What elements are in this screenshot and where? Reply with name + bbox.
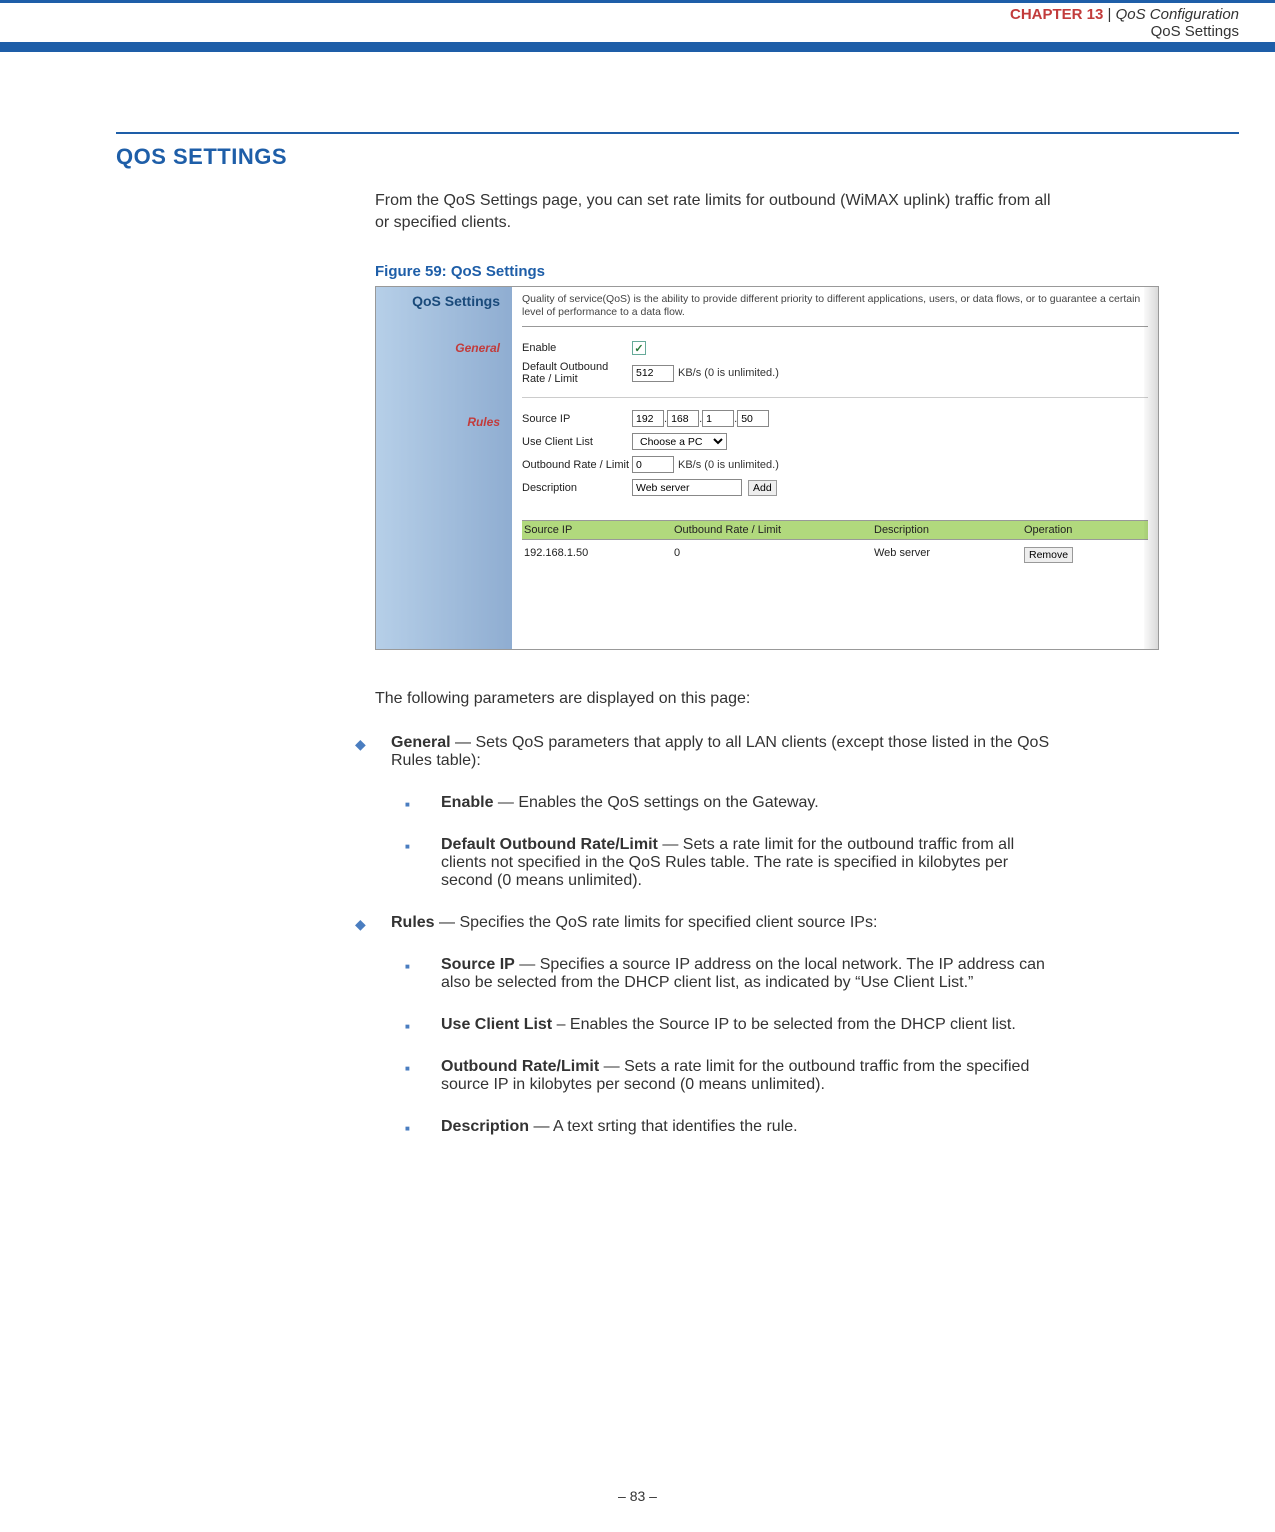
ss-table-header: Source IP Outbound Rate / Limit Descript… <box>522 520 1148 540</box>
ss-sidebar-item-general[interactable]: General <box>384 341 504 355</box>
ss-outbound-rate-input[interactable] <box>632 456 674 473</box>
section-rule <box>116 132 1239 134</box>
bullet-rules-text: — Specifies the QoS rate limits for spec… <box>435 914 878 931</box>
ss-td-desc: Web server <box>872 544 1022 566</box>
ss-th-rate: Outbound Rate / Limit <box>672 521 872 539</box>
ss-desc-label: Description <box>522 482 632 494</box>
ss-ip-octet-3[interactable] <box>702 410 734 427</box>
sub-outbound-rate: Outbound Rate/Limit — Sets a rate limit … <box>405 1058 1059 1094</box>
sub-description-label: Description <box>441 1118 529 1135</box>
screenshot-main: Quality of service(QoS) is the ability t… <box>512 287 1158 649</box>
bullet-rules: Rules — Specifies the QoS rate limits fo… <box>355 914 1059 1136</box>
chapter-label: CHAPTER 13 <box>1010 6 1103 23</box>
sub-source-ip: Source IP — Specifies a source IP addres… <box>405 956 1059 992</box>
ss-remove-button[interactable]: Remove <box>1024 547 1073 563</box>
ss-client-list-select[interactable]: Choose a PC <box>632 433 727 450</box>
sub-client-list: Use Client List – Enables the Source IP … <box>405 1016 1059 1034</box>
ss-enable-checkbox[interactable]: ✓ <box>632 341 646 355</box>
params-intro: The following parameters are displayed o… <box>375 688 1059 710</box>
ss-sidebar-item-rules[interactable]: Rules <box>384 415 504 429</box>
ss-default-rate-label: Default Outbound Rate / Limit <box>522 361 632 385</box>
figure-caption: Figure 59: QoS Settings <box>375 263 1239 280</box>
ss-default-rate-unit: KB/s (0 is unlimited.) <box>678 367 779 379</box>
ss-sidebar-title: QoS Settings <box>384 293 504 309</box>
figure-screenshot: QoS Settings General Rules Quality of se… <box>375 286 1159 650</box>
section-title: QOS SETTINGS <box>116 144 1239 170</box>
bullet-general-label: General <box>391 734 451 751</box>
ss-ip-octet-4[interactable] <box>737 410 769 427</box>
sub-enable-text: — Enables the QoS settings on the Gatewa… <box>493 794 818 811</box>
header-subtitle: QoS Settings <box>0 23 1239 40</box>
page-footer: – 83 – <box>0 1488 1275 1504</box>
sub-client-list-text: – Enables the Source IP to be selected f… <box>552 1016 1016 1033</box>
ss-ip-octet-1[interactable] <box>632 410 664 427</box>
intro-paragraph: From the QoS Settings page, you can set … <box>375 190 1059 235</box>
ss-add-button[interactable]: Add <box>748 480 777 496</box>
ss-td-source-ip: 192.168.1.50 <box>522 544 672 566</box>
sub-outbound-rate-label: Outbound Rate/Limit <box>441 1058 599 1075</box>
ss-td-rate: 0 <box>672 544 872 566</box>
screenshot-sidebar: QoS Settings General Rules <box>376 287 512 649</box>
sub-source-ip-label: Source IP <box>441 956 515 973</box>
sub-default-rate-label: Default Outbound Rate/Limit <box>441 836 658 853</box>
ss-table-row: 192.168.1.50 0 Web server Remove <box>522 540 1148 570</box>
ss-source-ip-label: Source IP <box>522 413 632 425</box>
ss-th-source-ip: Source IP <box>522 521 672 539</box>
ss-outbound-rate-unit: KB/s (0 is unlimited.) <box>678 459 779 471</box>
page-header: CHAPTER 13 | QoS Configuration QoS Setti… <box>0 0 1275 52</box>
bullet-general-text: — Sets QoS parameters that apply to all … <box>391 734 1049 769</box>
ss-default-rate-input[interactable] <box>632 365 674 382</box>
ss-description: Quality of service(QoS) is the ability t… <box>522 293 1148 327</box>
sub-default-rate: Default Outbound Rate/Limit — Sets a rat… <box>405 836 1059 890</box>
chapter-title: QoS Configuration <box>1116 6 1239 23</box>
sub-enable-label: Enable <box>441 794 493 811</box>
sub-source-ip-text: — Specifies a source IP address on the l… <box>441 956 1045 991</box>
bullet-rules-label: Rules <box>391 914 435 931</box>
ss-enable-label: Enable <box>522 342 632 354</box>
sub-description-text: — A text srting that identifies the rule… <box>529 1118 798 1135</box>
sub-client-list-label: Use Client List <box>441 1016 552 1033</box>
chapter-separator: | <box>1108 6 1112 23</box>
param-list: General — Sets QoS parameters that apply… <box>355 734 1059 1136</box>
ss-client-list-label: Use Client List <box>522 436 632 448</box>
ss-outbound-rate-label: Outbound Rate / Limit <box>522 459 632 471</box>
ss-th-operation: Operation <box>1022 521 1122 539</box>
ss-ip-octet-2[interactable] <box>667 410 699 427</box>
bullet-general: General — Sets QoS parameters that apply… <box>355 734 1059 890</box>
ss-desc-input[interactable] <box>632 479 742 496</box>
sub-enable: Enable — Enables the QoS settings on the… <box>405 794 1059 812</box>
sub-description: Description — A text srting that identif… <box>405 1118 1059 1136</box>
ss-th-desc: Description <box>872 521 1022 539</box>
